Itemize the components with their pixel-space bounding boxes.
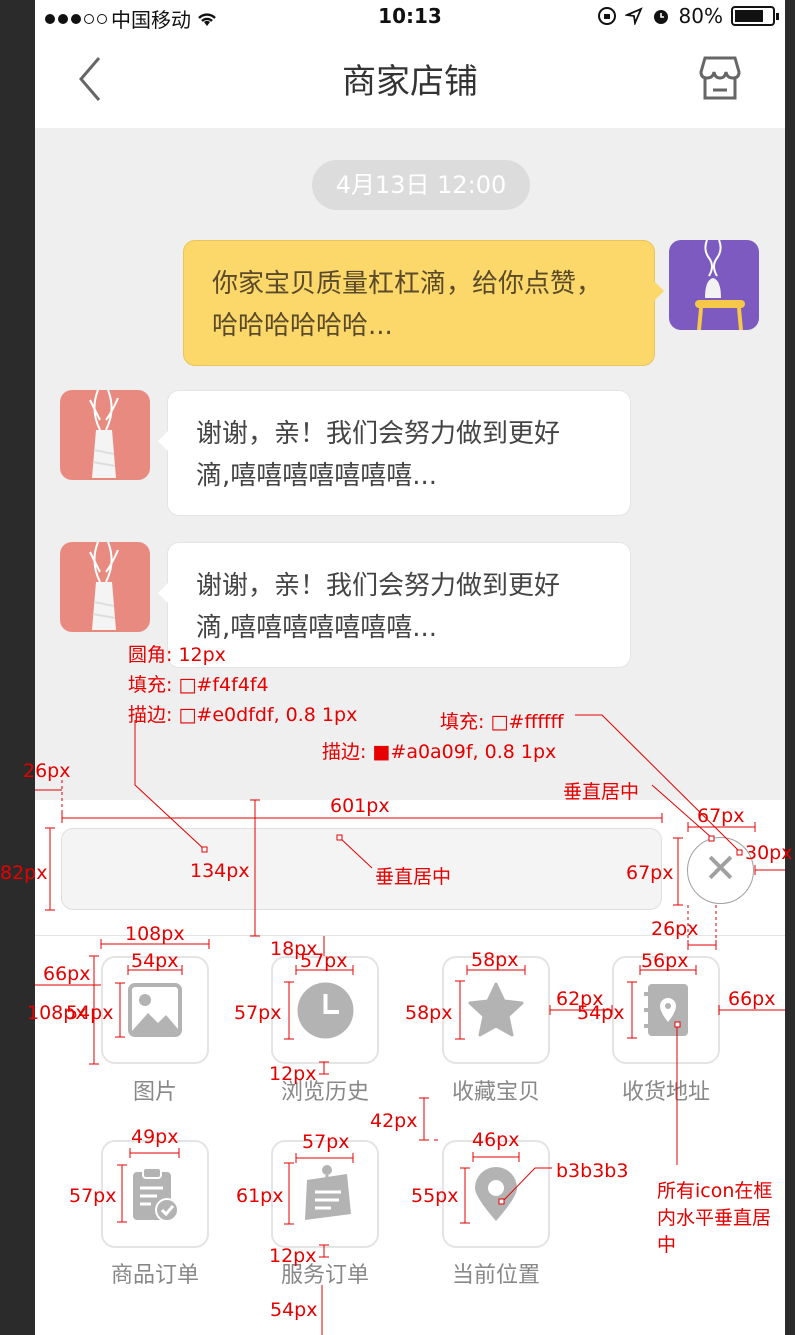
annotation-note: 中	[657, 1234, 677, 1256]
annotation-dimension: 54px	[270, 1299, 318, 1321]
annotation-dimension: 58px	[471, 949, 519, 971]
annotation-dimension: 54px	[131, 950, 179, 972]
annotation-stroke: 描边: □#e0dfdf, 0.8 1px	[128, 704, 358, 726]
annotation-dimension: 54px	[66, 1002, 114, 1024]
annotation-note: 内水平垂直居	[657, 1207, 772, 1229]
annotation-dimension: 12px	[269, 1063, 317, 1085]
annotation-fill: 填充: □#f4f4f4	[128, 674, 269, 696]
annotation-dimension: 42px	[370, 1110, 418, 1132]
annotation-dimension: 56px	[641, 950, 689, 972]
annotation-dimension: 61px	[236, 1185, 284, 1207]
annotation-dimension: 601px	[330, 795, 390, 817]
annotation-note: 所有icon在框	[657, 1180, 773, 1202]
annotation-color: b3b3b3	[556, 1160, 629, 1182]
annotation-dimension: 66px	[43, 963, 91, 985]
annotation-dimension: 134px	[190, 860, 250, 882]
annotation-dimension: 46px	[472, 1129, 520, 1151]
annotation-dimension: 108px	[125, 923, 185, 945]
annotation-dimension: 57px	[69, 1185, 117, 1207]
annotation-note: 垂直居中	[375, 866, 452, 888]
annotation-stroke: 描边: ■#a0a09f, 0.8 1px	[322, 741, 557, 763]
annotation-dimension: 57px	[300, 950, 348, 972]
annotation-dimension: 57px	[234, 1002, 282, 1024]
annotation-dimension: 82px	[0, 862, 48, 884]
annotation-dimension: 26px	[23, 760, 71, 782]
annotation-dimension: 67px	[697, 805, 745, 827]
annotation-dimension: 66px	[728, 988, 776, 1010]
annotation-dimension: 30px	[745, 842, 793, 864]
annotation-fill: 填充: □#ffffff	[440, 711, 564, 733]
annotation-dimension: 54px	[577, 1002, 625, 1024]
annotation-dimension: 55px	[411, 1185, 459, 1207]
annotation-dimension: 57px	[302, 1131, 350, 1153]
annotation-radius: 圆角: 12px	[128, 644, 226, 666]
annotation-dimension: 58px	[405, 1002, 453, 1024]
annotation-dimension: 67px	[626, 862, 674, 884]
annotation-dimension: 26px	[651, 918, 699, 940]
annotation-dimension: 49px	[131, 1126, 179, 1148]
annotation-lines	[35, 714, 785, 1335]
annotation-note: 垂直居中	[563, 781, 640, 803]
annotation-dimension: 12px	[269, 1245, 317, 1267]
